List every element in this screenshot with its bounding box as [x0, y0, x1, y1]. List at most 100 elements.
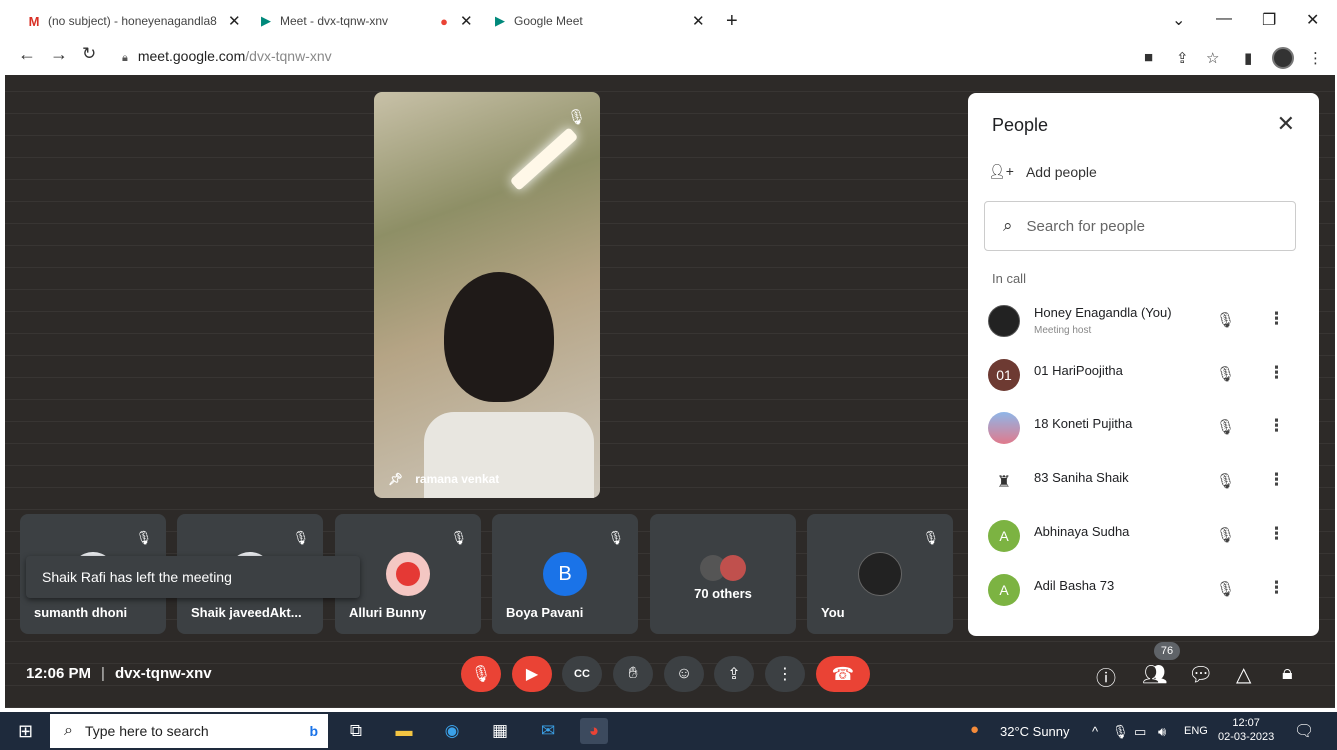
info-icon[interactable]: ⓘ [1096, 662, 1116, 691]
url-field[interactable]: 🔒︎ meet.google.com/dvx-tqnw-xnv [122, 48, 332, 65]
more-options-button[interactable]: ⋮ [765, 656, 805, 692]
reload-icon[interactable]: ↻ [82, 44, 96, 64]
participant-tile[interactable]: B 🎙︎ Boya Pavani [492, 514, 638, 634]
captions-icon: CC [574, 668, 590, 680]
task-view-icon[interactable]: ⧉ [342, 718, 370, 744]
new-tab-button[interactable]: + [726, 8, 738, 34]
browser-tab-bar: M (no subject) - honeyenagandla8 ✕ ▶ Mee… [0, 0, 1337, 40]
person-name: 83 Saniha Shaik [1034, 470, 1129, 485]
tab-meet[interactable]: ▶ Meet - dvx-tqnw-xnv [258, 8, 428, 34]
notification-icon[interactable]: 🗨︎ [1294, 721, 1314, 741]
back-icon[interactable]: ← [18, 44, 36, 65]
star-icon[interactable]: ☆ [1206, 49, 1219, 67]
taskbar-search-input[interactable]: ⌕ Type here to search b [50, 714, 328, 748]
participant-name: Boya Pavani [506, 605, 584, 620]
host-controls-icon[interactable]: 🔒︎ [1282, 662, 1293, 685]
avatar [988, 305, 1020, 337]
chevron-down-icon[interactable]: ⌄ [1172, 10, 1185, 30]
tab-gmail[interactable]: M (no subject) - honeyenagandla8 ✕ [26, 8, 246, 34]
kebab-menu-icon[interactable]: ⋮ [1268, 363, 1285, 383]
mic-off-icon: 🎙︎ [470, 666, 492, 683]
chevron-up-icon[interactable]: ^ [1092, 724, 1098, 739]
main-video-tile[interactable]: 🎙︎ 📌︎ ramana venkat [374, 92, 600, 498]
address-bar: ← → ↻ 🔒︎ meet.google.com/dvx-tqnw-xnv ■ ⇪… [0, 40, 1337, 74]
people-list-item[interactable]: ♜ 83 Saniha Shaik 🎙︎ ⋮ [986, 462, 1306, 502]
captions-button[interactable]: CC [562, 656, 602, 692]
microphone-icon[interactable]: 🎙︎ [1112, 724, 1129, 740]
taskbar-clock[interactable]: 12:07 02-03-2023 [1218, 716, 1274, 744]
profile-avatar[interactable] [1272, 47, 1294, 69]
people-list-item[interactable]: A Abhinaya Sudha 🎙︎ ⋮ [986, 516, 1306, 556]
avatar: A [988, 520, 1020, 552]
hand-icon: ✋︎ [628, 665, 638, 682]
camera-icon[interactable]: ■ [1144, 49, 1153, 66]
restore-icon[interactable]: ❐ [1262, 10, 1276, 30]
taskbar-search-placeholder: Type here to search [84, 723, 209, 739]
kebab-menu-icon[interactable]: ⋮ [1268, 578, 1285, 598]
edge-icon[interactable]: ◉ [438, 718, 466, 744]
close-icon[interactable]: ✕ [228, 12, 241, 30]
others-count: 70 others [694, 586, 752, 601]
windows-start-icon[interactable]: ⊞ [18, 721, 33, 742]
share-icon[interactable]: ⇪ [1176, 49, 1189, 67]
present-button[interactable]: ⇪ [714, 656, 754, 692]
add-people-button[interactable]: 👤︎+ Add people [988, 163, 1097, 180]
search-people-input[interactable]: ⌕ Search for people [984, 201, 1296, 251]
forward-icon[interactable]: → [50, 44, 68, 65]
chrome-icon[interactable]: ◕ [580, 718, 608, 744]
leave-call-button[interactable]: ☎︎ [816, 656, 870, 692]
people-list-item[interactable]: A Adil Basha 73 🎙︎ ⋮ [986, 570, 1306, 610]
avatar: 01 [988, 359, 1020, 391]
close-icon[interactable]: ✕ [1277, 111, 1295, 137]
kebab-menu-icon[interactable]: ⋮ [1268, 416, 1285, 436]
close-icon[interactable]: ✕ [460, 12, 473, 30]
mic-off-icon[interactable]: 🎙︎ [1216, 365, 1235, 383]
close-window-icon[interactable]: ✕ [1306, 10, 1319, 30]
mic-off-icon[interactable]: 🎙︎ [1216, 580, 1235, 598]
mic-off-icon[interactable]: 🎙︎ [1216, 418, 1235, 436]
bing-icon: b [309, 723, 318, 739]
raise-hand-button[interactable]: ✋︎ [613, 656, 653, 692]
participant-name: Shaik javeedAkt... [191, 605, 302, 620]
lock-icon: 🔒︎ [122, 52, 128, 64]
weather-text[interactable]: 32°C Sunny [1000, 724, 1070, 739]
mic-off-icon[interactable]: 🎙︎ [1216, 526, 1235, 544]
kebab-menu-icon[interactable]: ⋮ [1268, 524, 1285, 544]
mic-off-icon[interactable]: 🎙︎ [1216, 311, 1235, 329]
close-icon[interactable]: ✕ [692, 12, 705, 30]
tab-google-meet[interactable]: ▶ Google Meet ✕ [492, 8, 712, 34]
emoji-icon: ☺ [675, 665, 693, 682]
participant-name: sumanth dhoni [34, 605, 128, 620]
people-list-item[interactable]: 18 Koneti Pujitha 🎙︎ ⋮ [986, 408, 1306, 448]
people-icon[interactable]: 👥︎ [1142, 662, 1167, 687]
people-list-item[interactable]: 01 01 HariPoojitha 🎙︎ ⋮ [986, 355, 1306, 395]
mail-icon[interactable]: ✉ [534, 718, 562, 744]
volume-icon[interactable]: 🔊︎ [1158, 724, 1166, 740]
kebab-menu-icon[interactable]: ⋮ [1308, 49, 1323, 67]
reactions-button[interactable]: ☺ [664, 656, 704, 692]
store-icon[interactable]: ▦ [486, 718, 514, 744]
camera-toggle-button[interactable]: ▶ [512, 656, 552, 692]
camera-off-icon: ▶ [525, 666, 539, 683]
others-tile[interactable]: 70 others [650, 514, 796, 634]
tab-recording[interactable]: ● ✕ [436, 8, 476, 34]
clock-date: 02-03-2023 [1218, 731, 1275, 743]
add-people-label: Add people [1025, 163, 1097, 180]
mic-toggle-button[interactable]: 🎙︎ [461, 656, 501, 692]
people-list-item[interactable]: Honey Enagandla (You) Meeting host 🎙︎ ⋮ [986, 301, 1306, 341]
file-explorer-icon[interactable]: ▬ [390, 718, 418, 744]
chat-icon[interactable]: 💬︎ [1188, 662, 1213, 687]
activities-icon[interactable]: △ [1236, 662, 1251, 687]
kebab-menu-icon[interactable]: ⋮ [1268, 470, 1285, 490]
meet-icon: ▶ [495, 13, 505, 28]
self-tile[interactable]: 🎙︎ You [807, 514, 953, 634]
minimize-icon[interactable]: — [1216, 10, 1232, 28]
side-panel-icon[interactable]: ▮ [1244, 49, 1252, 67]
weather-icon: ● [970, 721, 980, 738]
person-name: 01 HariPoojitha [1034, 363, 1123, 378]
mic-off-icon[interactable]: 🎙︎ [1216, 472, 1235, 490]
battery-icon[interactable]: ▭ [1134, 724, 1146, 740]
meeting-info: 12:06 PM | dvx-tqnw-xnv [26, 665, 212, 682]
language-indicator[interactable]: ENG [1184, 725, 1208, 737]
kebab-menu-icon[interactable]: ⋮ [1268, 309, 1285, 329]
